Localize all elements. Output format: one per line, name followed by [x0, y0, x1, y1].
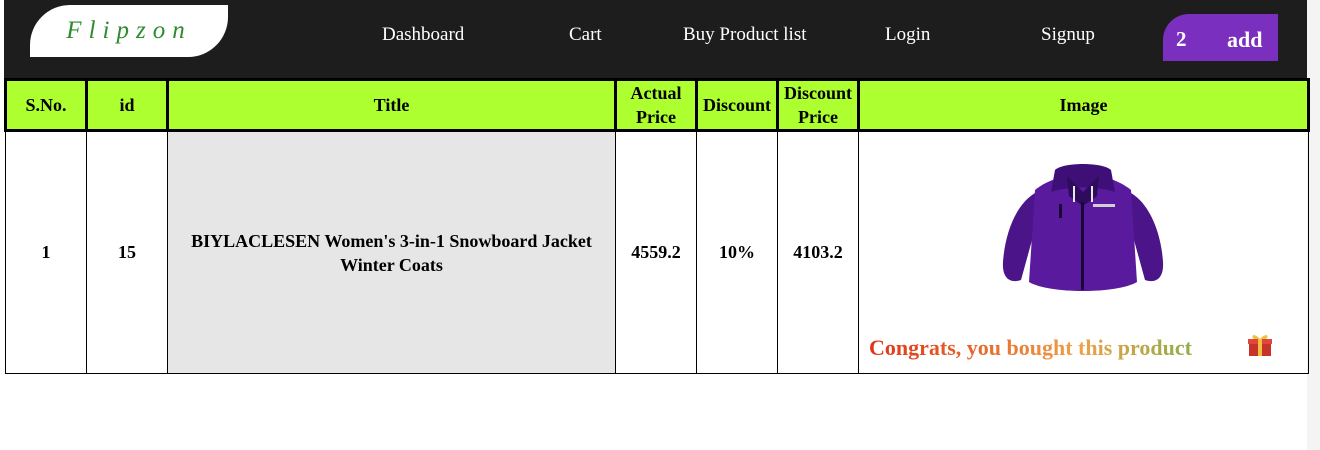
header-discount: Discount: [695, 78, 779, 132]
nav-signup-link[interactable]: Signup: [1041, 24, 1095, 46]
purple-jacket-image: [1002, 164, 1164, 291]
cell-discount-price: 4103.2: [777, 130, 859, 374]
gift-icon: [1248, 335, 1272, 356]
table-header-row: S.No. id Title Actual Price Discount Dis…: [4, 78, 1310, 132]
nav-dashboard-link[interactable]: Dashboard: [382, 24, 464, 46]
cell-actual-price: 4559.2: [615, 130, 697, 374]
header-image: Image: [857, 78, 1310, 132]
header-actual-price: Actual Price: [614, 78, 698, 132]
brand-logo-text: Flipzon: [66, 17, 192, 44]
nav-cart-link[interactable]: Cart: [569, 24, 602, 46]
cell-sno: 1: [5, 130, 87, 374]
brand-logo[interactable]: Flipzon: [30, 5, 228, 57]
purchase-success-message: Congrats, you bought this product: [869, 335, 1192, 360]
cart-add-button[interactable]: 2 add: [1163, 14, 1278, 61]
header-id: id: [85, 78, 169, 132]
header-discount-price: Discount Price: [776, 78, 860, 132]
cell-discount: 10%: [696, 130, 778, 374]
header-title: Title: [166, 78, 617, 132]
cell-title: BIYLACLESEN Women's 3-in-1 Snowboard Jac…: [167, 130, 616, 374]
purchased-products-table: S.No. id Title Actual Price Discount Dis…: [4, 78, 1310, 374]
nav-buy-product-list-link[interactable]: Buy Product list: [683, 24, 807, 46]
cell-image: Congrats, you bought this product: [858, 130, 1309, 374]
header-sno: S.No.: [4, 78, 88, 132]
cell-id: 15: [86, 130, 168, 374]
cart-count-badge: 2: [1176, 27, 1187, 51]
nav-login-link[interactable]: Login: [885, 24, 930, 46]
cart-add-label: add: [1227, 27, 1263, 52]
page: Flipzon Dashboard Cart Buy Product list …: [4, 0, 1310, 450]
navbar: Flipzon Dashboard Cart Buy Product list …: [4, 0, 1307, 78]
table-row: 1 15 BIYLACLESEN Women's 3-in-1 Snowboar…: [5, 130, 1309, 374]
